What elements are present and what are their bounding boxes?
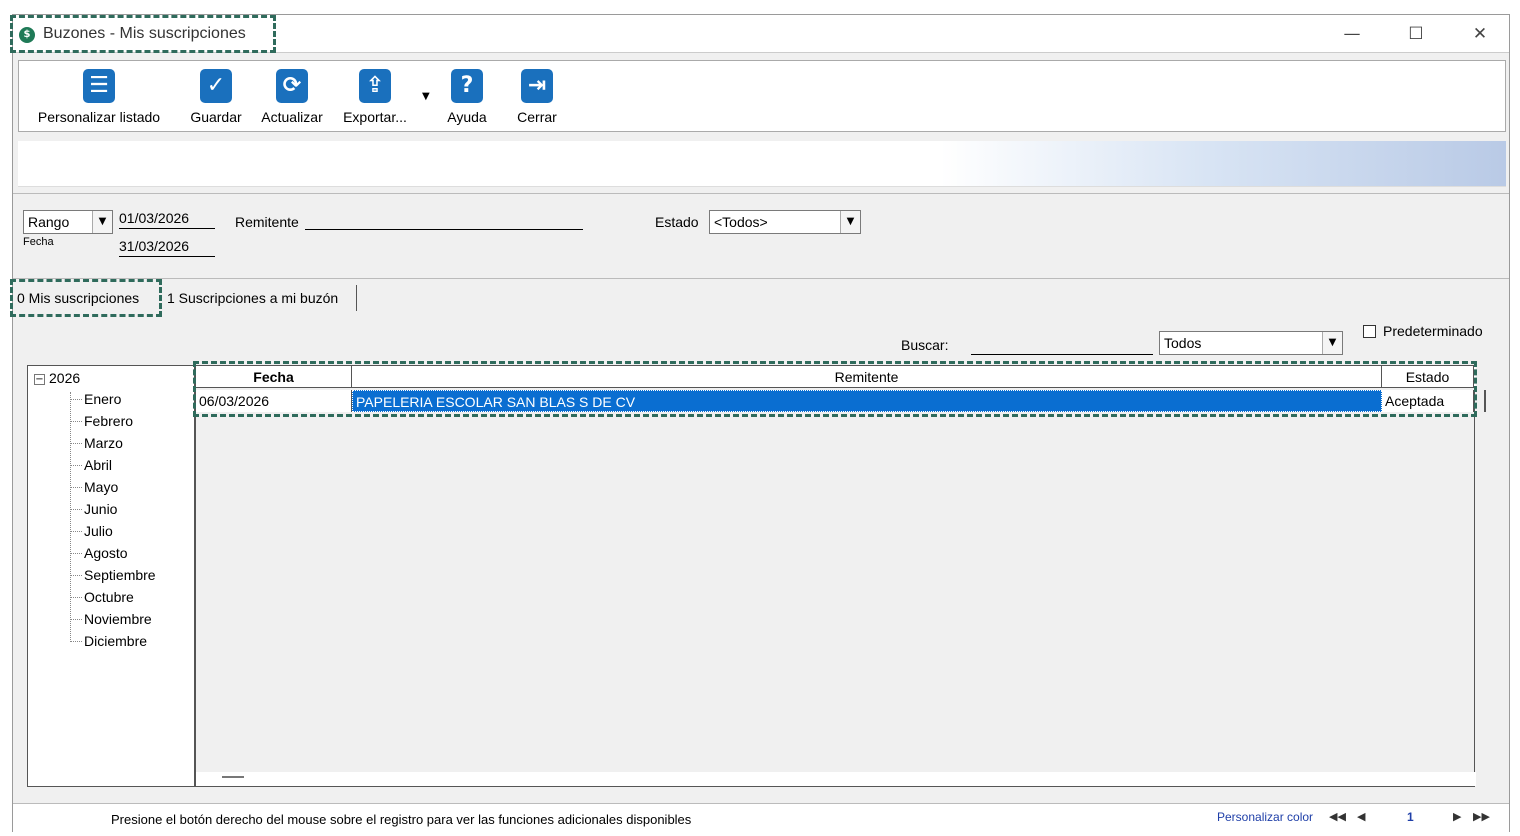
personalizar-color-link[interactable]: Personalizar color <box>1217 810 1313 824</box>
checkbox-save-icon: ✓ <box>200 69 232 103</box>
tree-year-node[interactable]: −2026 <box>34 370 80 386</box>
estado-select-value: <Todos> <box>714 214 768 230</box>
tree-month-diciembre[interactable]: Diciembre <box>70 630 147 652</box>
remitente-input[interactable] <box>305 210 583 230</box>
search-row: Buscar: Todos ▼ Predeterminado <box>13 315 1509 361</box>
tree-month-marzo[interactable]: Marzo <box>70 432 123 454</box>
tab-strip: 0 Mis suscripciones 1 Suscripciones a mi… <box>13 285 1509 311</box>
tab-highlight-frame <box>10 279 162 317</box>
status-message: Presione el botón derecho del mouse sobr… <box>111 812 692 827</box>
main-window: $ Buzones - Mis suscripciones — ☐ ✕ ☰ Pe… <box>10 14 1510 833</box>
date-from-field[interactable]: 01/03/2026 <box>119 208 215 229</box>
exportar-label: Exportar... <box>343 109 407 125</box>
first-page-icon[interactable]: ◀◀ <box>1329 810 1346 823</box>
tree-month-octubre[interactable]: Octubre <box>70 586 134 608</box>
actualizar-label: Actualizar <box>261 109 323 125</box>
tree-month-noviembre[interactable]: Noviembre <box>70 608 152 630</box>
tree-month-septiembre[interactable]: Septiembre <box>70 564 156 586</box>
header-banner <box>18 141 1506 187</box>
collapse-icon[interactable]: − <box>34 373 45 385</box>
search-input[interactable] <box>971 335 1153 355</box>
last-page-icon[interactable]: ▶▶ <box>1473 810 1490 823</box>
guardar-label: Guardar <box>190 109 242 125</box>
list-settings-icon: ☰ <box>83 69 115 103</box>
chevron-down-icon: ▼ <box>840 211 860 233</box>
exportar-button[interactable]: ⇪ Exportar... <box>339 69 411 125</box>
maximize-button[interactable]: ☐ <box>1399 21 1433 47</box>
predeterminado-label: Predeterminado <box>1383 323 1483 339</box>
export-dropdown-arrow-icon[interactable]: ▼ <box>422 91 430 102</box>
status-bar: Presione el botón derecho del mouse sobr… <box>13 803 1509 833</box>
range-select[interactable]: Rango ▼ <box>23 210 113 234</box>
personalizar-listado-button[interactable]: ☰ Personalizar listado <box>29 69 169 125</box>
grid-footer <box>196 772 1476 786</box>
ayuda-button[interactable]: ? Ayuda <box>439 69 495 125</box>
range-select-value: Rango <box>28 214 70 230</box>
estado-select[interactable]: <Todos> ▼ <box>709 210 861 234</box>
fecha-label: Fecha <box>23 236 54 248</box>
next-page-icon[interactable]: ▶ <box>1453 810 1461 823</box>
actualizar-button[interactable]: ⟳ Actualizar <box>255 69 329 125</box>
toolbar: ☰ Personalizar listado ✓ Guardar ⟳ Actua… <box>18 60 1506 132</box>
close-button[interactable]: ✕ <box>1463 21 1497 47</box>
date-tree: −2026 Enero Febrero Marzo Abril Mayo Jun… <box>27 365 195 787</box>
export-icon: ⇪ <box>359 69 391 103</box>
date-to-field[interactable]: 31/03/2026 <box>119 236 215 257</box>
ayuda-label: Ayuda <box>447 109 487 125</box>
tree-month-agosto[interactable]: Agosto <box>70 542 128 564</box>
chevron-down-icon: ▼ <box>92 211 112 233</box>
guardar-button[interactable]: ✓ Guardar <box>185 69 247 125</box>
title-highlight-frame <box>10 15 276 53</box>
minimize-button[interactable]: — <box>1335 21 1369 47</box>
buscar-label: Buscar: <box>901 337 949 353</box>
cerrar-label: Cerrar <box>517 109 557 125</box>
filter-panel: Rango ▼ Fecha 01/03/2026 31/03/2026 Remi… <box>13 193 1509 279</box>
prev-page-icon[interactable]: ◀ <box>1357 810 1365 823</box>
predeterminado-checkbox[interactable] <box>1363 325 1376 338</box>
estado-label: Estado <box>655 214 699 230</box>
tree-month-febrero[interactable]: Febrero <box>70 410 133 432</box>
row-highlight-frame <box>193 361 1477 417</box>
refresh-icon: ⟳ <box>276 69 308 103</box>
exit-icon: ⇥ <box>521 69 553 103</box>
personalizar-listado-label: Personalizar listado <box>37 109 161 125</box>
tree-month-enero[interactable]: Enero <box>70 388 121 410</box>
page-number: 1 <box>1407 810 1414 824</box>
search-scope-value: Todos <box>1164 335 1202 351</box>
search-scope-select[interactable]: Todos ▼ <box>1159 331 1343 355</box>
tree-month-junio[interactable]: Junio <box>70 498 117 520</box>
tab-suscripciones-a-mi-buzon[interactable]: 1 Suscripciones a mi buzón <box>163 285 357 311</box>
tree-month-julio[interactable]: Julio <box>70 520 113 542</box>
tree-month-abril[interactable]: Abril <box>70 454 112 476</box>
subscriptions-grid: Fecha Remitente Estado 06/03/2026 PAPELE… <box>195 365 1486 787</box>
cerrar-button[interactable]: ⇥ Cerrar <box>509 69 565 125</box>
footer-handle <box>222 776 244 778</box>
scrollbar-marker <box>1484 390 1486 412</box>
chevron-down-icon: ▼ <box>1322 332 1342 354</box>
help-icon: ? <box>451 69 483 103</box>
tree-month-mayo[interactable]: Mayo <box>70 476 118 498</box>
tree-year-label: 2026 <box>49 370 81 386</box>
remitente-label: Remitente <box>235 214 299 230</box>
